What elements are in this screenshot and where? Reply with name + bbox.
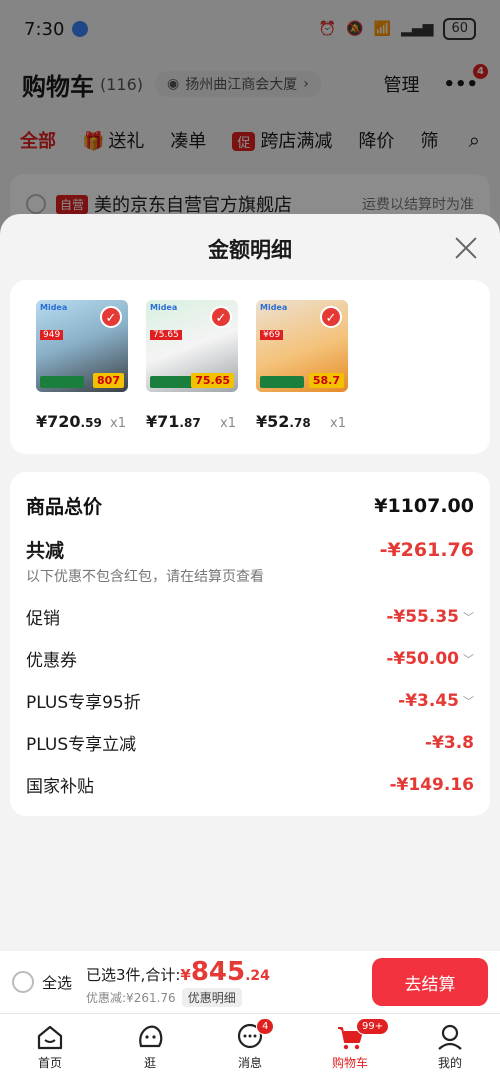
checkout-button[interactable]: 去结算 <box>372 958 488 1006</box>
product-tag: ¥69 <box>260 330 284 340</box>
chevron-down-icon: ﹀ <box>463 694 474 708</box>
face-icon <box>139 1025 163 1048</box>
select-all-label[interactable]: 全选 <box>42 972 72 993</box>
promo-row[interactable]: 促销 -¥55.35 ﹀ <box>26 604 474 630</box>
promo-value: -¥55.35 ﹀ <box>386 607 474 627</box>
promo-price-label: 58.7 <box>308 373 344 388</box>
product-quantity: x1 <box>110 416 126 431</box>
cart-badge: 99+ <box>356 1018 390 1035</box>
subsidy-strip <box>150 376 194 388</box>
subsidy-value: -¥149.16 <box>389 774 475 795</box>
amount-detail-sheet: 金额明细 Midea 949 807 ✓ ¥720.59 x1 Midea 75… <box>0 214 500 951</box>
subsidy-row: 国家补贴 -¥149.16 <box>26 772 475 798</box>
messages-badge: 4 <box>256 1018 275 1035</box>
profile-icon <box>438 1024 462 1050</box>
product-quantity: x1 <box>220 416 236 431</box>
subsidy-label: 国家补贴 <box>26 777 94 797</box>
discount-label: 共减 <box>26 540 65 562</box>
price-integer: ¥52 <box>256 412 290 431</box>
close-icon[interactable] <box>452 234 480 262</box>
coupon-value: -¥50.00 ﹀ <box>386 649 474 669</box>
total-label: 商品总价 <box>26 496 103 518</box>
total-value: ¥1107.00 <box>374 494 474 517</box>
sum-area: 已选3件,合计: ¥ 845 .24 优惠减:¥261.76 优惠明细 <box>86 957 270 1007</box>
select-all-radio[interactable] <box>12 971 34 993</box>
product-tag: 75.65 <box>150 330 182 340</box>
tab-home-label: 首页 <box>37 1056 62 1070</box>
selected-products-card: Midea 949 807 ✓ ¥720.59 x1 Midea 75.65 7… <box>10 280 490 454</box>
product-item[interactable]: Midea ¥69 58.7 ✓ ¥52.78 x1 <box>256 300 356 431</box>
promo-label: 促销 <box>26 609 60 629</box>
discount-summary: 优惠减:¥261.76 <box>86 991 176 1005</box>
price-summary-card: 商品总价 ¥1107.00 共减 -¥261.76 以下优惠不包含红包，请在结算… <box>10 472 490 816</box>
tab-messages[interactable]: 消息 4 <box>200 1014 300 1079</box>
coupon-row[interactable]: 优惠券 -¥50.00 ﹀ <box>26 646 474 672</box>
product-thumbnail: Midea ¥69 58.7 ✓ <box>256 300 348 392</box>
plus-reduction-value: -¥3.8 <box>425 732 474 753</box>
total-row: 商品总价 ¥1107.00 <box>26 492 474 519</box>
discount-note: 以下优惠不包含红包，请在结算页查看 <box>26 569 264 585</box>
coupon-amount: -¥50.00 <box>386 648 459 669</box>
promo-price-label: 75.65 <box>191 373 234 388</box>
brand-logo: Midea <box>150 303 178 312</box>
tab-cart[interactable]: 购物车 99+ <box>300 1014 400 1079</box>
selected-count-text: 已选3件,合计: <box>86 966 181 984</box>
discount-value: -¥261.76 <box>379 538 474 561</box>
chevron-down-icon: ﹀ <box>463 610 474 624</box>
product-quantity: x1 <box>330 416 346 431</box>
subsidy-strip <box>40 376 84 388</box>
plus-reduction-row: PLUS专享立减 -¥3.8 <box>26 730 474 756</box>
promo-amount: -¥55.35 <box>386 606 459 627</box>
promo-price-label: 807 <box>93 373 124 388</box>
sum-line: 已选3件,合计: ¥ 845 .24 <box>86 957 270 987</box>
coupon-label: 优惠券 <box>26 651 77 671</box>
selected-check-icon: ✓ <box>100 306 122 328</box>
tab-home[interactable]: 首页 <box>0 1014 100 1079</box>
tab-profile-label: 我的 <box>437 1056 462 1070</box>
price-decimal: .87 <box>179 416 201 430</box>
plus-discount-amount: -¥3.45 <box>398 690 459 711</box>
plus-reduction-label: PLUS专享立减 <box>26 735 137 755</box>
product-item[interactable]: Midea 75.65 75.65 ✓ ¥71.87 x1 <box>146 300 246 431</box>
bottom-tab-bar: 首页 逛 消息 4 购物车 99+ 我的 <box>0 1013 500 1079</box>
discount-row: 共减 -¥261.76 <box>26 536 474 563</box>
sheet-title: 金额明细 <box>208 238 292 262</box>
price-integer: ¥71 <box>146 412 180 431</box>
total-decimal: .24 <box>245 968 270 984</box>
currency-symbol: ¥ <box>180 966 191 984</box>
product-thumbnail: Midea 75.65 75.65 ✓ <box>146 300 238 392</box>
tab-messages-label: 消息 <box>237 1056 262 1070</box>
discount-detail-button[interactable]: 优惠明细 <box>181 988 242 1007</box>
discount-line: 优惠减:¥261.76 优惠明细 <box>86 988 270 1007</box>
product-thumbnail: Midea 949 807 ✓ <box>36 300 128 392</box>
selected-check-icon: ✓ <box>210 306 232 328</box>
chevron-down-icon: ﹀ <box>463 652 474 666</box>
checkout-bar: 全选 已选3件,合计: ¥ 845 .24 优惠减:¥261.76 优惠明细 去… <box>0 951 500 1013</box>
price-integer: ¥720 <box>36 412 81 431</box>
product-item[interactable]: Midea 949 807 ✓ ¥720.59 x1 <box>36 300 136 431</box>
subsidy-strip <box>260 376 304 388</box>
selected-check-icon: ✓ <box>320 306 342 328</box>
tab-profile[interactable]: 我的 <box>400 1014 500 1079</box>
tab-cart-label: 购物车 <box>331 1056 368 1070</box>
total-integer: 845 <box>190 957 246 987</box>
plus-discount-label: PLUS专享95折 <box>26 693 141 713</box>
brand-logo: Midea <box>40 303 68 312</box>
product-tag: 949 <box>40 330 64 340</box>
price-decimal: .59 <box>80 416 102 430</box>
home-icon <box>37 1025 63 1050</box>
brand-logo: Midea <box>260 303 288 312</box>
tab-browse[interactable]: 逛 <box>100 1014 200 1079</box>
price-decimal: .78 <box>289 416 311 430</box>
tab-browse-label: 逛 <box>143 1056 156 1070</box>
plus-discount-row[interactable]: PLUS专享95折 -¥3.45 ﹀ <box>26 688 474 714</box>
plus-discount-value: -¥3.45 ﹀ <box>398 691 474 711</box>
